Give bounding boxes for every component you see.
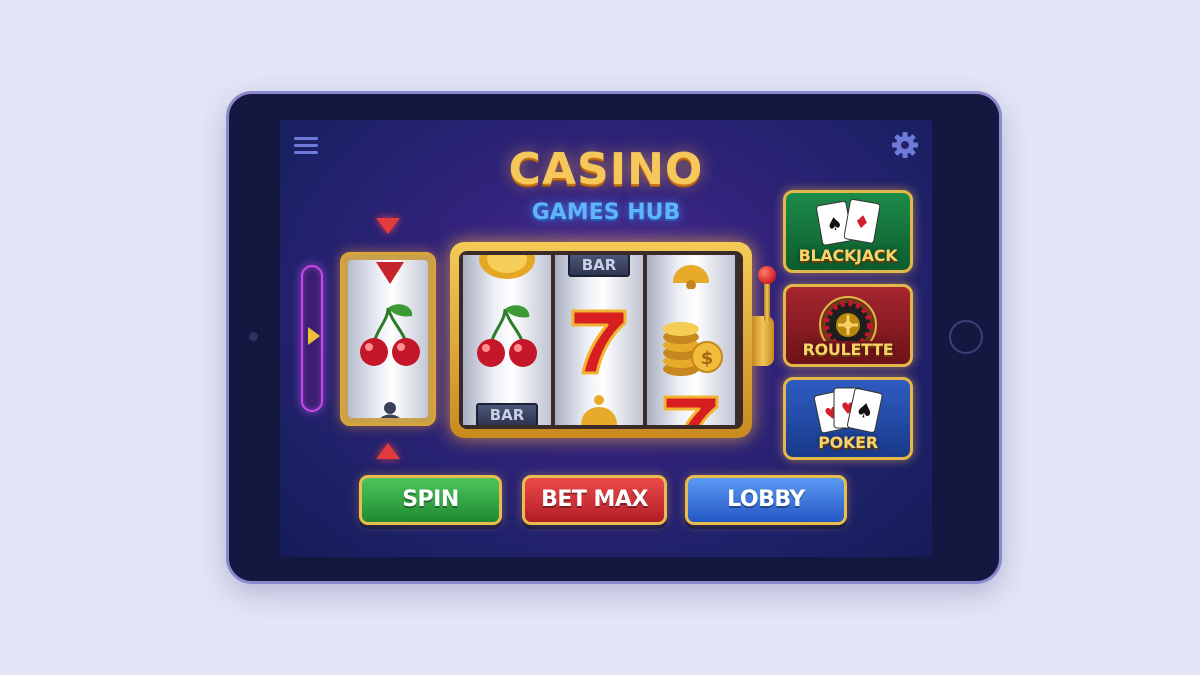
camera-dot [249, 332, 258, 341]
playing-cards-icon: ♥ ♥ ♠ [813, 387, 883, 434]
gold-coins-symbol-icon: $ [663, 322, 723, 376]
home-button[interactable] [949, 320, 983, 354]
game-card-label: BLACKJACK [798, 246, 898, 265]
cherry-symbol-icon [477, 305, 537, 367]
heart-symbol-icon [376, 262, 404, 284]
page-title: CASINO [508, 144, 704, 195]
game-card-roulette[interactable]: ROULETTE [783, 284, 913, 367]
bell-symbol-icon [380, 402, 400, 418]
slot-machine: BAR BAR $ [450, 242, 752, 438]
seven-symbol-icon [663, 395, 719, 425]
svg-text:$: $ [701, 348, 714, 369]
lobby-button[interactable]: LOBBY [685, 475, 847, 525]
reel-nudge-handle[interactable] [301, 265, 323, 412]
lever-base [752, 316, 774, 366]
seven-symbol-icon [571, 309, 627, 375]
tablet-device: CASINO GAMES HUB BAR BAR $ ♠ ♦ BLACKJACK… [226, 91, 1002, 584]
bar-symbol: BAR [568, 255, 630, 277]
bet-max-button[interactable]: BET MAX [522, 475, 667, 525]
reel-2: BAR [555, 255, 643, 425]
reel-1: BAR [463, 255, 551, 425]
lever-knob[interactable] [758, 266, 776, 284]
coin-symbol-icon [479, 255, 535, 279]
playing-cards-icon: ♠ ♦ [816, 198, 881, 246]
payline-bottom-arrow-icon [376, 443, 400, 459]
game-screen: CASINO GAMES HUB BAR BAR $ ♠ ♦ BLACKJACK… [280, 120, 932, 557]
game-card-label: ROULETTE [802, 340, 894, 359]
reel-3: $ [647, 255, 735, 425]
bell-symbol-icon [581, 395, 617, 425]
side-reel [340, 252, 436, 426]
game-card-label: POKER [818, 433, 878, 452]
bell-symbol-icon [673, 265, 709, 289]
cherry-symbol-icon [360, 304, 420, 366]
lever-icon[interactable] [764, 278, 770, 322]
roulette-wheel-icon [819, 296, 877, 341]
spin-button[interactable]: SPIN [359, 475, 502, 525]
nudge-arrow-icon [308, 327, 320, 345]
bar-symbol: BAR [476, 403, 538, 425]
payline-top-arrow-icon [376, 218, 400, 234]
game-card-poker[interactable]: ♥ ♥ ♠ POKER [783, 377, 913, 460]
game-card-blackjack[interactable]: ♠ ♦ BLACKJACK [783, 190, 913, 273]
